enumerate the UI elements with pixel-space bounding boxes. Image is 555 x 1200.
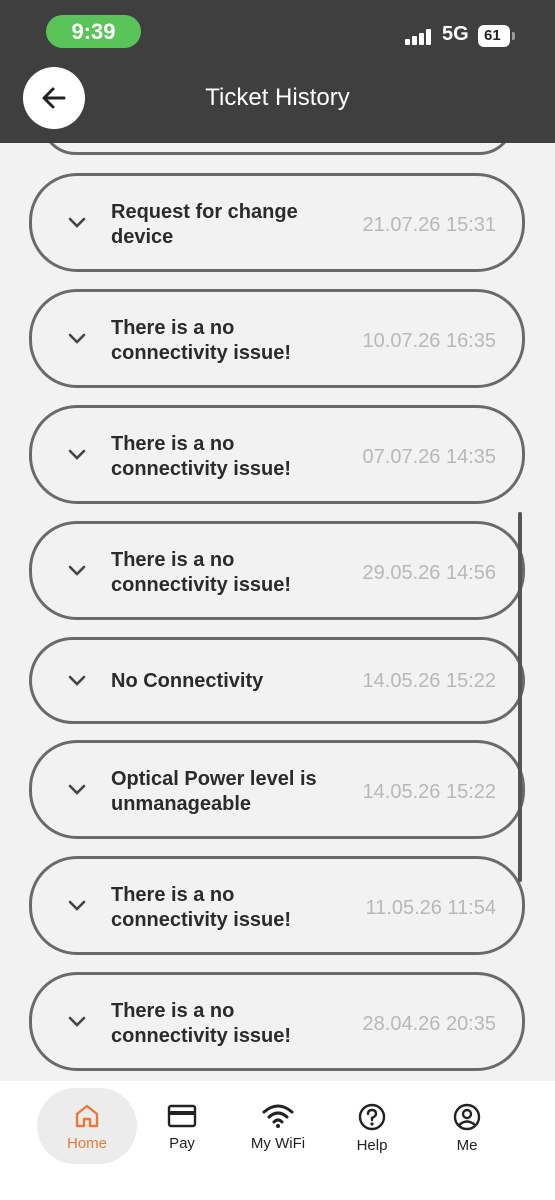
help-icon — [358, 1103, 386, 1131]
ticket-date: 14.05.26 15:22 — [362, 670, 496, 692]
user-icon — [453, 1103, 481, 1131]
ticket-date: 10.07.26 16:35 — [362, 330, 496, 352]
ticket-item[interactable]: No Connectivity 14.05.26 15:22 — [29, 637, 525, 724]
nav-label: Home — [66, 1135, 107, 1152]
ticket-title: There is a no connectivity issue! — [111, 1000, 292, 1047]
scrollbar[interactable] — [518, 512, 522, 882]
nav-help[interactable]: Help — [322, 1088, 422, 1164]
ticket-item[interactable]: Request for change device 21.07.26 15:31 — [29, 173, 525, 272]
ticket-date: 28.04.26 20:35 — [362, 1013, 496, 1035]
nav-label: My WiFi — [250, 1135, 306, 1152]
signal-icon — [405, 29, 433, 45]
chevron-down-icon — [68, 784, 86, 795]
chevron-down-icon — [68, 217, 86, 228]
ticket-title: There is a no connectivity issue! — [111, 433, 292, 480]
ticket-title: Optical Power level is unmanageable — [111, 768, 317, 815]
ticket-title: No Connectivity — [111, 670, 264, 692]
ticket-item[interactable]: There is a no connectivity issue! 07.07.… — [29, 405, 525, 504]
ticket-item[interactable]: There is a no connectivity issue! 10.07.… — [29, 289, 525, 388]
nav-label: Me — [456, 1137, 478, 1154]
network-type: 5G — [442, 23, 469, 45]
battery-icon: 61 — [478, 25, 515, 47]
status-bar: 9:39 5G 61 — [0, 0, 555, 60]
home-icon — [75, 1104, 99, 1128]
ticket-item[interactable]: There is a no connectivity issue! 28.04.… — [29, 972, 525, 1071]
ticket-title: Request for change device — [111, 201, 298, 248]
nav-me[interactable]: Me — [417, 1088, 517, 1164]
nav-label: Help — [356, 1137, 388, 1154]
ticket-date: 14.05.26 15:22 — [362, 781, 496, 803]
wifi-icon — [262, 1104, 294, 1128]
ticket-title: There is a no connectivity issue! — [111, 317, 292, 364]
ticket-item[interactable]: Optical Power level is unmanageable 14.0… — [29, 740, 525, 839]
nav-pay[interactable]: Pay — [132, 1088, 232, 1164]
nav-label: Pay — [169, 1135, 195, 1152]
ticket-partial[interactable] — [40, 143, 515, 155]
ticket-item[interactable]: There is a no connectivity issue! 11.05.… — [29, 856, 525, 955]
chevron-down-icon — [68, 333, 86, 344]
card-icon — [167, 1104, 197, 1128]
ticket-date: 29.05.26 14:56 — [362, 562, 496, 584]
ticket-list[interactable]: Request for change device 21.07.26 15:31… — [0, 143, 555, 1081]
status-time: 9:39 — [46, 15, 141, 48]
ticket-title: There is a no connectivity issue! — [111, 549, 292, 596]
ticket-date: 21.07.26 15:31 — [362, 214, 496, 236]
ticket-title: There is a no connectivity issue! — [111, 884, 292, 931]
ticket-date: 11.05.26 11:54 — [365, 897, 497, 919]
ticket-item[interactable]: There is a no connectivity issue! 29.05.… — [29, 521, 525, 620]
ticket-date: 07.07.26 14:35 — [362, 446, 496, 468]
bottom-nav: Home Pay My WiFi Help Me — [0, 1081, 555, 1200]
page-title: Ticket History — [205, 84, 350, 111]
nav-wifi[interactable]: My WiFi — [228, 1088, 328, 1164]
app-header: 9:39 5G 61 Ticket History — [0, 0, 555, 143]
chevron-down-icon — [68, 449, 86, 460]
chevron-down-icon — [68, 1016, 86, 1027]
chevron-down-icon — [68, 900, 86, 911]
chevron-down-icon — [68, 565, 86, 576]
chevron-down-icon — [68, 675, 86, 686]
nav-home[interactable]: Home — [37, 1088, 137, 1164]
